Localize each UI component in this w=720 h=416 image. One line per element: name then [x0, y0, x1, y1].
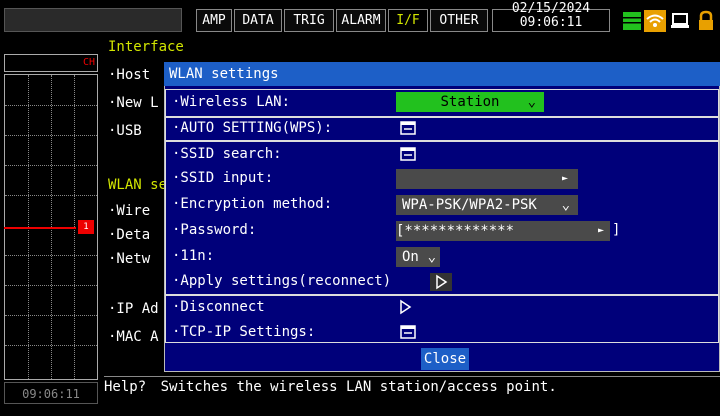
11n-dropdown[interactable]: On ⌄	[396, 247, 440, 267]
bg-list-item[interactable]: ·Wire	[108, 202, 150, 220]
encryption-value: WPA-PSK/WPA2-PSK	[402, 197, 537, 213]
tcpip-settings-button[interactable]	[400, 325, 416, 339]
help-bar: Help? Switches the wireless LAN station/…	[104, 376, 720, 402]
tab-if[interactable]: I/F	[388, 9, 428, 32]
wireless-lan-dropdown[interactable]: Station ⌄	[396, 92, 544, 112]
triangle-right-icon: ►	[561, 173, 568, 184]
wireless-lan-value: Station	[440, 94, 500, 110]
wifi-icon	[644, 10, 666, 32]
tab-other[interactable]: OTHER	[430, 9, 488, 32]
tab-data[interactable]: DATA	[234, 9, 282, 32]
time-text: 09:06:11	[519, 15, 583, 30]
password-bracket: ]	[612, 222, 621, 238]
disconnect-button[interactable]	[396, 298, 418, 316]
clock-readout: 09:06:11	[4, 382, 98, 404]
apply-settings-button[interactable]	[430, 273, 452, 291]
battery-icon	[622, 11, 642, 31]
ssid-input-field[interactable]: ►	[396, 169, 578, 189]
encryption-label: ·Encryption method:	[172, 196, 333, 212]
bg-list-item[interactable]: ·New L	[108, 94, 159, 112]
grid-line	[5, 345, 97, 346]
chevron-down-icon: ⌄	[561, 197, 570, 213]
grid-line	[5, 105, 97, 106]
chevron-down-icon: ⌄	[427, 249, 436, 265]
bg-list-item[interactable]: ·Netw	[108, 250, 150, 268]
grid-line	[5, 285, 97, 286]
play-icon	[436, 274, 448, 290]
wlan-heading: WLAN se	[108, 177, 168, 193]
tab-trig[interactable]: TRIG	[284, 9, 334, 32]
interface-heading: Interface	[108, 39, 184, 55]
ssid-search-button[interactable]	[400, 147, 416, 161]
encryption-dropdown[interactable]: WPA-PSK/WPA2-PSK ⌄	[396, 195, 578, 215]
triangle-right-icon: ►	[597, 225, 604, 236]
grid-line	[5, 255, 97, 256]
auto-setting-label: ·AUTO SETTING(WPS):	[172, 120, 333, 136]
top-left-area	[4, 8, 182, 32]
password-field[interactable]: [************* ►	[396, 221, 610, 241]
device-icon	[670, 11, 690, 31]
channel-label: CH	[4, 54, 98, 72]
play-icon	[400, 299, 412, 315]
window-icon	[400, 325, 416, 339]
chevron-down-icon: ⌄	[527, 94, 536, 110]
date-text: 02/15/2024	[511, 1, 591, 16]
help-text: Switches the wireless LAN station/access…	[160, 379, 557, 395]
channel-marker: 1	[78, 220, 94, 234]
wireless-lan-label: ·Wireless LAN:	[172, 94, 291, 110]
password-value: [*************	[396, 223, 515, 239]
11n-value: On	[402, 249, 419, 265]
apply-settings-label: ·Apply settings(reconnect)	[172, 273, 392, 289]
help-prefix: Help?	[104, 379, 147, 395]
tab-amp[interactable]: AMP	[196, 9, 232, 32]
waveform-trace	[4, 227, 76, 229]
datetime: 02/15/2024 09:06:11	[498, 2, 604, 34]
bg-list-item[interactable]: ·IP Ad	[108, 300, 159, 318]
bg-list-item[interactable]: ·USB	[108, 122, 142, 140]
dialog-title: WLAN settings	[164, 62, 720, 86]
bg-list-item[interactable]: ·Host	[108, 66, 150, 84]
disconnect-label: ·Disconnect	[172, 299, 265, 315]
ssid-input-label: ·SSID input:	[172, 170, 274, 186]
grid-line	[5, 195, 97, 196]
grid-line	[5, 135, 97, 136]
grid-line	[5, 315, 97, 316]
11n-label: ·11n:	[172, 248, 215, 264]
window-icon	[400, 121, 416, 135]
close-button[interactable]: Close	[421, 348, 469, 370]
grid-line	[5, 165, 97, 166]
ssid-search-label: ·SSID search:	[172, 146, 282, 162]
lock-icon	[696, 10, 716, 32]
tcpip-settings-label: ·TCP-IP Settings:	[172, 324, 316, 340]
wps-button[interactable]	[400, 121, 416, 135]
bg-list-item[interactable]: ·MAC A	[108, 328, 159, 346]
tab-alarm[interactable]: ALARM	[336, 9, 386, 32]
bg-list-item[interactable]: ·Deta	[108, 226, 150, 244]
window-icon	[400, 147, 416, 161]
password-label: ·Password:	[172, 222, 257, 238]
